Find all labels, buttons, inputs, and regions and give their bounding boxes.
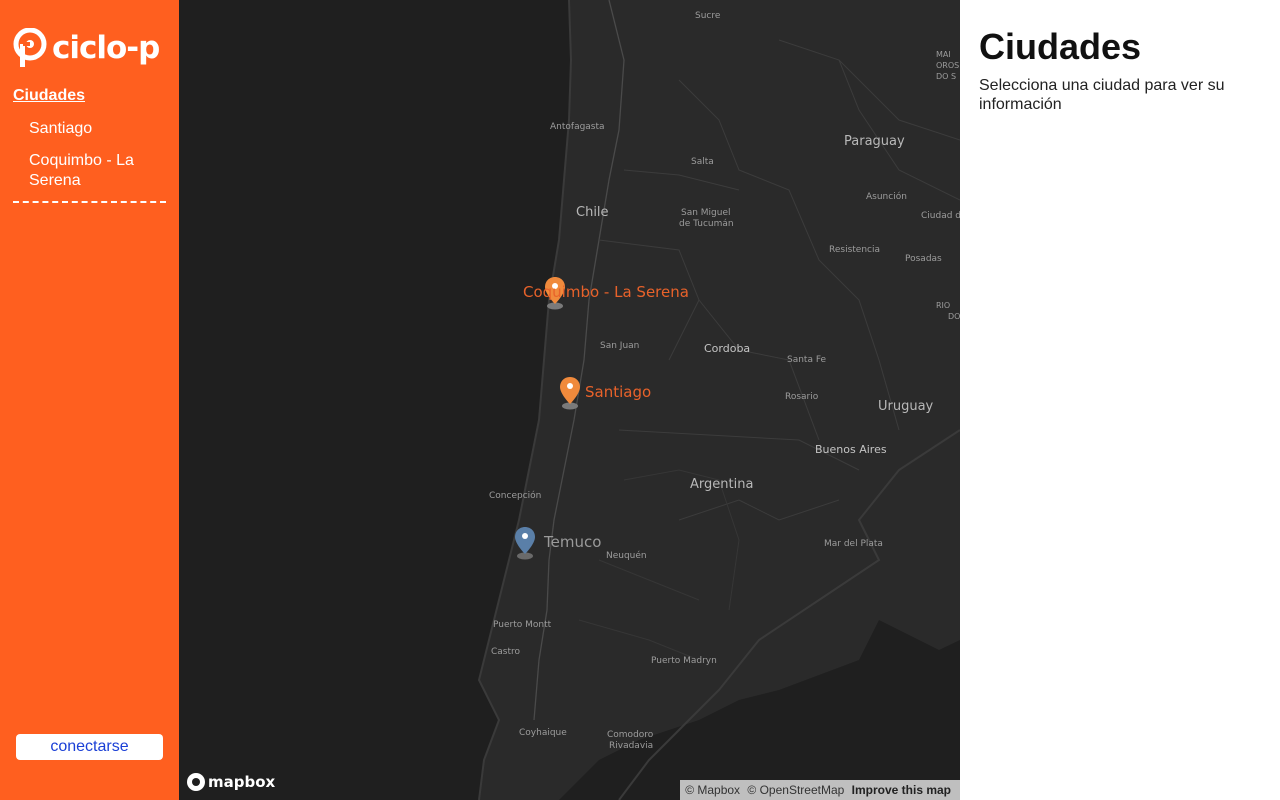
map-label-neuquen: Neuquén [606,551,647,561]
attribution-osm-link[interactable]: © OpenStreetMap [747,783,844,797]
map-label-comodoro-line1: Comodoro [607,730,654,740]
map-marker-temuco[interactable] [514,526,536,560]
map-label-tucuman-line2: de Tucumán [679,219,734,229]
map-label-tucuman-line1: San Miguel [681,208,731,218]
map-marker-label-temuco[interactable]: Temuco [544,533,601,551]
map-label-edge-5: DO [948,312,960,321]
map-label-sucre: Sucre [695,11,721,21]
map-label-santa-fe: Santa Fe [787,355,827,365]
map-label-mar-del-plata: Mar del Plata [824,539,883,549]
map-label-puerto-montt: Puerto Montt [493,620,552,630]
map-label-argentina: Argentina [690,477,754,492]
sidebar: ciclo-p Ciudades Santiago Coquimbo - La … [0,0,179,800]
nav-item-coquimbo-la-serena[interactable]: Coquimbo - La Serena [29,151,169,191]
map-label-concepcion: Concepción [489,491,542,501]
map-label-ciudad: Ciudad d [921,211,960,221]
map-label-posadas: Posadas [905,254,942,264]
panel-description: Selecciona una ciudad para ver su inform… [979,77,1225,113]
map-label-resistencia: Resistencia [829,245,880,255]
map-label-rosario: Rosario [785,392,819,402]
map-marker-label-santiago[interactable]: Santiago [585,383,651,401]
map-label-puerto-madryn: Puerto Madryn [651,656,717,666]
city-nav-list: Santiago Coquimbo - La Serena [29,119,169,203]
mapbox-logo[interactable]: mapbox [187,773,275,791]
map-label-edge-3: DO S [936,72,957,81]
attribution-mapbox-link[interactable]: © Mapbox [685,783,740,797]
map-marker-santiago[interactable] [559,376,581,410]
panel-title: Ciudades [979,26,1142,67]
map-label-chile: Chile [576,205,609,220]
map-label-buenos-aires: Buenos Aires [815,443,887,456]
map-label-edge-1: MAI [936,50,951,59]
info-panel: Ciudades Selecciona una ciudad para ver … [960,0,1280,800]
map-label-comodoro-line2: Rivadavia [609,741,654,751]
map-label-castro: Castro [491,647,521,657]
mapbox-logo-text: mapbox [208,773,276,791]
map-label-antofagasta: Antofagasta [550,122,605,132]
map-label-asuncion: Asunción [866,192,907,202]
map-label-coyhaique: Coyhaique [519,728,567,738]
map-attribution: © Mapbox © OpenStreetMap Improve this ma… [680,780,960,800]
improve-map-link[interactable]: Improve this map [852,783,951,797]
nav-link-ciudades[interactable]: Ciudades [13,87,85,105]
map-marker-label-coquimbo-la-serena[interactable]: Coquimbo - La Serena [523,283,689,301]
map-label-edge-4: RIO [936,301,951,310]
mapbox-icon [187,773,205,791]
map-label-san-juan: San Juan [600,341,640,351]
map-label-uruguay: Uruguay [878,399,934,414]
map-label-cordoba: Cordoba [704,342,751,355]
map[interactable]: Sucre Antofagasta Salta Paraguay Asunció… [179,0,960,800]
logo[interactable]: ciclo-p [13,28,160,68]
map-label-paraguay: Paraguay [844,134,905,149]
nav-item-santiago[interactable]: Santiago [29,119,169,139]
connect-button[interactable]: conectarse [16,734,163,760]
logo-text: ciclo-p [52,30,160,66]
map-label-salta: Salta [691,157,714,167]
logo-icon [13,28,47,67]
map-label-edge-2: OROS [936,61,960,70]
nav-divider [13,201,166,203]
